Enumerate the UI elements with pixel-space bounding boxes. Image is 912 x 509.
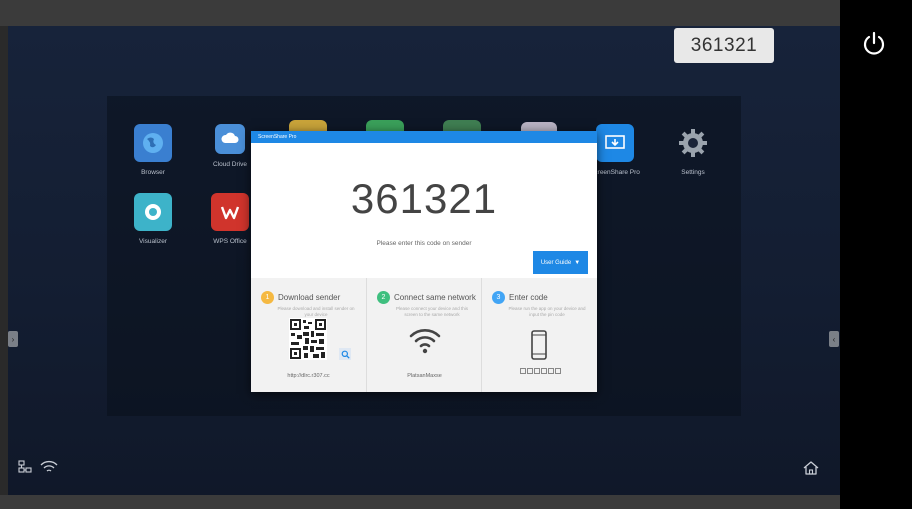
connection-code-badge: 361321	[674, 28, 774, 63]
download-url: http://dlrc.r307.cc	[287, 373, 330, 379]
code-input-boxes	[520, 368, 561, 374]
dialog-title: ScreenShare Pro	[251, 131, 597, 143]
step-desc: Please connect your device and this scre…	[395, 306, 469, 317]
screenshare-icon	[596, 124, 634, 162]
step-network: 2 Connect same network Please connect yo…	[366, 278, 481, 392]
gear-icon	[674, 124, 712, 162]
step-desc: Please download and install sender on yo…	[277, 306, 355, 317]
steps-panel: 1 Download sender Please download and in…	[251, 278, 597, 392]
step-title: Download sender	[278, 293, 341, 302]
step-number: 1	[261, 291, 274, 304]
network-icon[interactable]	[18, 460, 32, 479]
code-digit-box	[534, 368, 540, 374]
right-edge-tab[interactable]: ‹	[829, 331, 839, 347]
network-name: PlatsanMaxse	[407, 373, 442, 379]
app-visualizer[interactable]: Visualizer	[117, 193, 189, 245]
step-number: 2	[377, 291, 390, 304]
search-icon[interactable]	[339, 348, 351, 360]
step-title: Connect same network	[394, 293, 476, 302]
code-hint: Please enter this code on sender	[376, 240, 472, 247]
step-number: 3	[492, 291, 505, 304]
user-guide-label: User Guide	[540, 259, 572, 266]
step-header: 1 Download sender	[261, 291, 340, 304]
code-digit-box	[555, 368, 561, 374]
user-guide-button[interactable]: User Guide ▼	[533, 251, 588, 274]
code-digit-box	[527, 368, 533, 374]
status-icons	[18, 460, 58, 479]
left-edge-tab[interactable]: ›	[8, 331, 18, 347]
wifi-icon	[408, 326, 442, 359]
step-desc: Please run the app on your device and in…	[508, 306, 586, 317]
screen: 361321 Browser Cloud Drive ScreenShare P…	[0, 0, 912, 509]
globe-icon	[134, 124, 172, 162]
home-icon[interactable]	[802, 460, 820, 481]
qr-code-icon[interactable]	[289, 318, 327, 360]
step-download: 1 Download sender Please download and in…	[251, 278, 366, 392]
app-label: Settings	[681, 169, 705, 176]
cloud-icon	[215, 124, 245, 154]
app-browser[interactable]: Browser	[117, 124, 189, 176]
wps-icon	[211, 193, 249, 231]
app-settings[interactable]: Settings	[657, 124, 729, 176]
code-digit-box	[548, 368, 554, 374]
app-label: Browser	[141, 169, 165, 176]
step-title: Enter code	[509, 293, 548, 302]
power-icon[interactable]	[858, 28, 890, 60]
camera-icon	[134, 193, 172, 231]
side-panel	[840, 0, 912, 509]
pin-code: 361321	[350, 175, 498, 222]
step-enter-code: 3 Enter code Please run the app on your …	[481, 278, 597, 392]
step-header: 2 Connect same network	[377, 291, 476, 304]
top-bezel	[0, 0, 912, 26]
caret-down-icon: ▼	[574, 259, 581, 266]
wifi-status-icon[interactable]	[40, 460, 58, 479]
code-digit-box	[541, 368, 547, 374]
step-header: 3 Enter code	[492, 291, 548, 304]
screenshare-dialog: ScreenShare Pro 361321 Please enter this…	[251, 131, 597, 392]
phone-icon	[531, 330, 547, 365]
bottom-bezel	[0, 495, 912, 509]
app-label: Visualizer	[138, 238, 168, 245]
code-digit-box	[520, 368, 526, 374]
